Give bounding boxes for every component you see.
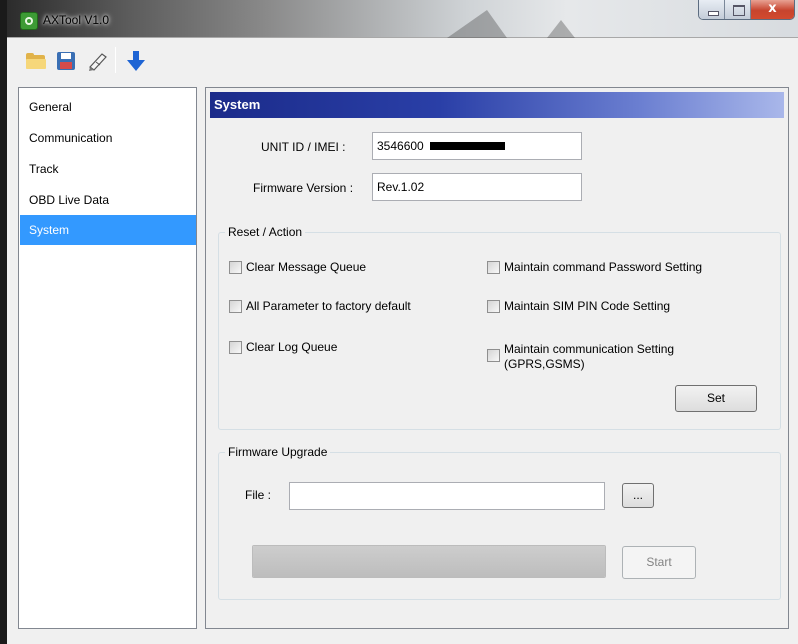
browse-button[interactable]: ... (622, 483, 654, 508)
firmware-version-label: Firmware Version : (253, 181, 354, 195)
start-button[interactable]: Start (622, 546, 696, 579)
open-folder-icon[interactable] (25, 50, 47, 72)
write-icon[interactable] (87, 50, 109, 72)
maintain-communication-label: Maintain communication Setting (GPRS,GSM… (504, 343, 674, 371)
clear-message-queue-checkbox[interactable] (229, 261, 242, 274)
clear-log-queue-checkbox[interactable] (229, 341, 242, 354)
maintain-communication-line2: (GPRS,GSMS) (504, 357, 585, 371)
app-window: AXTool V1.0 x General Communication Trac… (0, 0, 798, 644)
minimize-button[interactable] (699, 0, 725, 19)
system-panel: System UNIT ID / IMEI : 3546600 Firmware… (205, 87, 789, 629)
unit-id-value: 3546600 (377, 139, 424, 153)
clear-log-queue-option[interactable]: Clear Log Queue (229, 341, 337, 354)
firmware-upgrade-title: Firmware Upgrade (225, 445, 331, 459)
sidebar-item-general[interactable]: General (20, 92, 196, 122)
sidebar-item-obd-live-data[interactable]: OBD Live Data (20, 185, 196, 215)
sidebar-item-system[interactable]: System (20, 215, 196, 245)
reset-action-group: Reset / Action Clear Message Queue All P… (218, 225, 781, 430)
window-title: AXTool V1.0 (43, 13, 110, 27)
redaction-bar (430, 142, 505, 150)
unit-id-field[interactable]: 3546600 (372, 132, 582, 160)
title-bar[interactable]: AXTool V1.0 x (7, 0, 798, 38)
maintain-sim-pin-label: Maintain SIM PIN Code Setting (504, 299, 671, 313)
maintain-communication-option[interactable]: Maintain communication Setting (GPRS,GSM… (487, 343, 674, 371)
window-controls: x (698, 0, 795, 20)
set-button[interactable]: Set (675, 385, 757, 412)
clear-message-queue-option[interactable]: Clear Message Queue (229, 261, 366, 274)
sidebar-item-communication[interactable]: Communication (20, 123, 196, 153)
maintain-password-checkbox[interactable] (487, 261, 500, 274)
app-icon (20, 12, 38, 30)
sidebar-item-track[interactable]: Track (20, 154, 196, 184)
factory-default-label: All Parameter to factory default (246, 299, 411, 313)
sidebar: General Communication Track OBD Live Dat… (18, 87, 197, 629)
progress-fill (253, 546, 605, 577)
factory-default-checkbox[interactable] (229, 300, 242, 313)
file-label: File : (245, 488, 272, 502)
maintain-sim-pin-option[interactable]: Maintain SIM PIN Code Setting (487, 300, 670, 313)
maintain-communication-checkbox[interactable] (487, 349, 500, 362)
save-icon[interactable] (55, 50, 77, 72)
maximize-button[interactable] (725, 0, 751, 19)
close-button[interactable]: x (751, 0, 794, 19)
download-arrow-icon[interactable] (125, 50, 147, 72)
file-path-input[interactable] (289, 482, 605, 510)
toolbar-separator (115, 47, 116, 73)
maintain-communication-line1: Maintain communication Setting (504, 342, 675, 356)
maintain-password-label: Maintain command Password Setting (504, 260, 703, 274)
factory-default-option[interactable]: All Parameter to factory default (229, 300, 411, 313)
clear-log-queue-label: Clear Log Queue (246, 340, 338, 354)
section-title: System (214, 97, 261, 112)
clear-message-queue-label: Clear Message Queue (246, 260, 367, 274)
firmware-version-value: Rev.1.02 (377, 180, 425, 194)
toolbar (7, 38, 798, 82)
unit-id-label: UNIT ID / IMEI : (261, 140, 346, 154)
title-bar-decoration (547, 20, 575, 38)
reset-action-title: Reset / Action (225, 225, 306, 239)
maintain-password-option[interactable]: Maintain command Password Setting (487, 261, 702, 274)
title-bar-decoration (447, 10, 507, 38)
section-header: System (210, 92, 784, 118)
firmware-upgrade-group: Firmware Upgrade File : ... Start (218, 445, 781, 600)
firmware-version-field[interactable]: Rev.1.02 (372, 173, 582, 201)
upgrade-progress-bar (252, 545, 606, 578)
window-left-edge (0, 0, 7, 644)
maintain-sim-pin-checkbox[interactable] (487, 300, 500, 313)
